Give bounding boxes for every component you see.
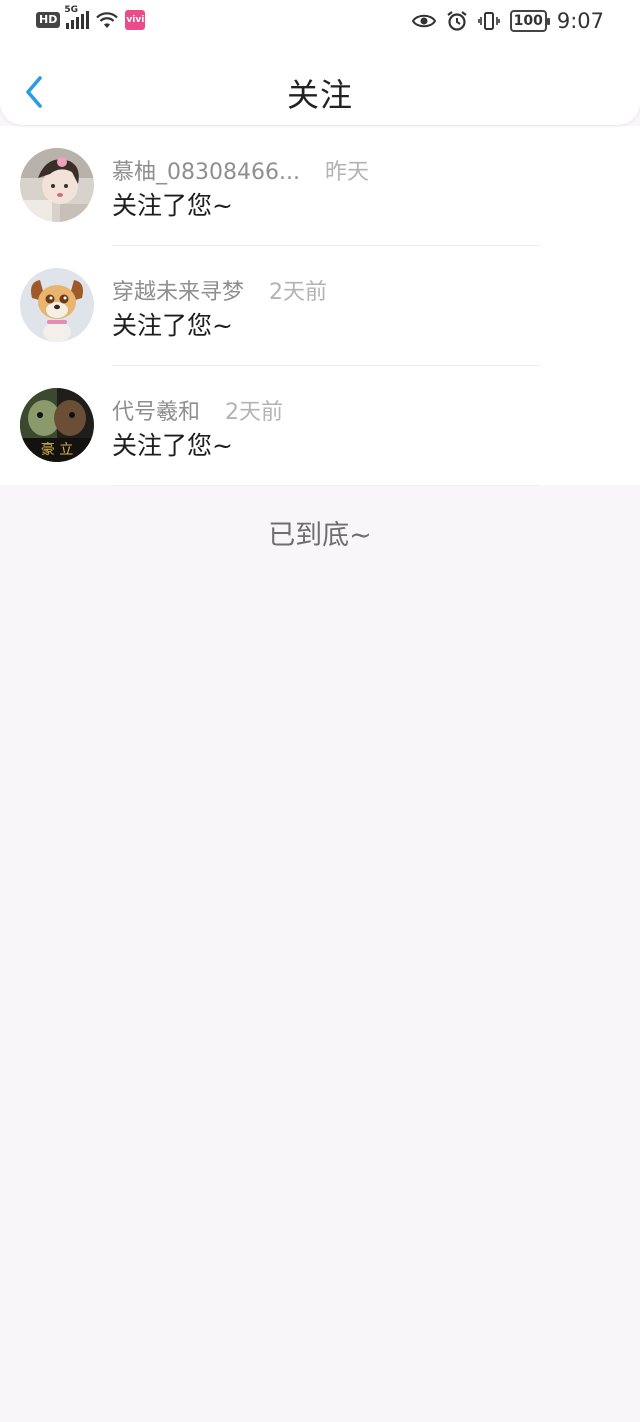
avatar[interactable]: 豪 立 [20, 388, 94, 462]
timestamp: 2天前 [225, 400, 284, 425]
cell-signal-icon: 5G [64, 5, 90, 29]
hd-badge: HD [36, 12, 61, 28]
notification-message: 关注了您~ [112, 311, 233, 340]
notification-message: 关注了您~ [112, 191, 233, 220]
notification-list: 慕柚_08308466... 昨天 关注了您~ 穿越未来寻梦 2天前 关注了您~… [0, 126, 640, 486]
status-time: 9:07 [556, 9, 604, 33]
user-name[interactable]: 代号羲和 [112, 400, 200, 425]
app-notification-icon: vivi [125, 10, 146, 30]
vibrate-icon [477, 12, 500, 30]
user-name[interactable]: 穿越未来寻梦 [112, 280, 244, 305]
eye-icon [411, 14, 436, 28]
alarm-icon [446, 11, 467, 31]
timestamp: 2天前 [269, 280, 328, 305]
avatar[interactable] [20, 268, 94, 342]
list-item[interactable]: 慕柚_08308466... 昨天 关注了您~ [0, 126, 640, 246]
top-bar: HD 5G vivi 100 9:07 关注 [0, 0, 640, 125]
list-item[interactable]: 豪 立 代号羲和 2天前 关注了您~ [0, 366, 640, 486]
notification-message: 关注了您~ [112, 431, 233, 460]
wifi-icon [96, 12, 119, 28]
list-item[interactable]: 穿越未来寻梦 2天前 关注了您~ [0, 246, 640, 366]
status-bar: HD 5G vivi 100 9:07 [0, 0, 640, 44]
page-title: 关注 [286, 76, 353, 114]
avatar-caption: 豪 立 [41, 442, 73, 458]
avatar[interactable] [20, 148, 94, 222]
divider [112, 485, 540, 486]
user-name[interactable]: 慕柚_08308466... [112, 160, 300, 185]
end-of-list-text: 已到底~ [268, 520, 372, 551]
timestamp: 昨天 [324, 160, 369, 185]
battery-indicator: 100 [509, 10, 551, 32]
network-gen-label: 5G [64, 5, 78, 15]
